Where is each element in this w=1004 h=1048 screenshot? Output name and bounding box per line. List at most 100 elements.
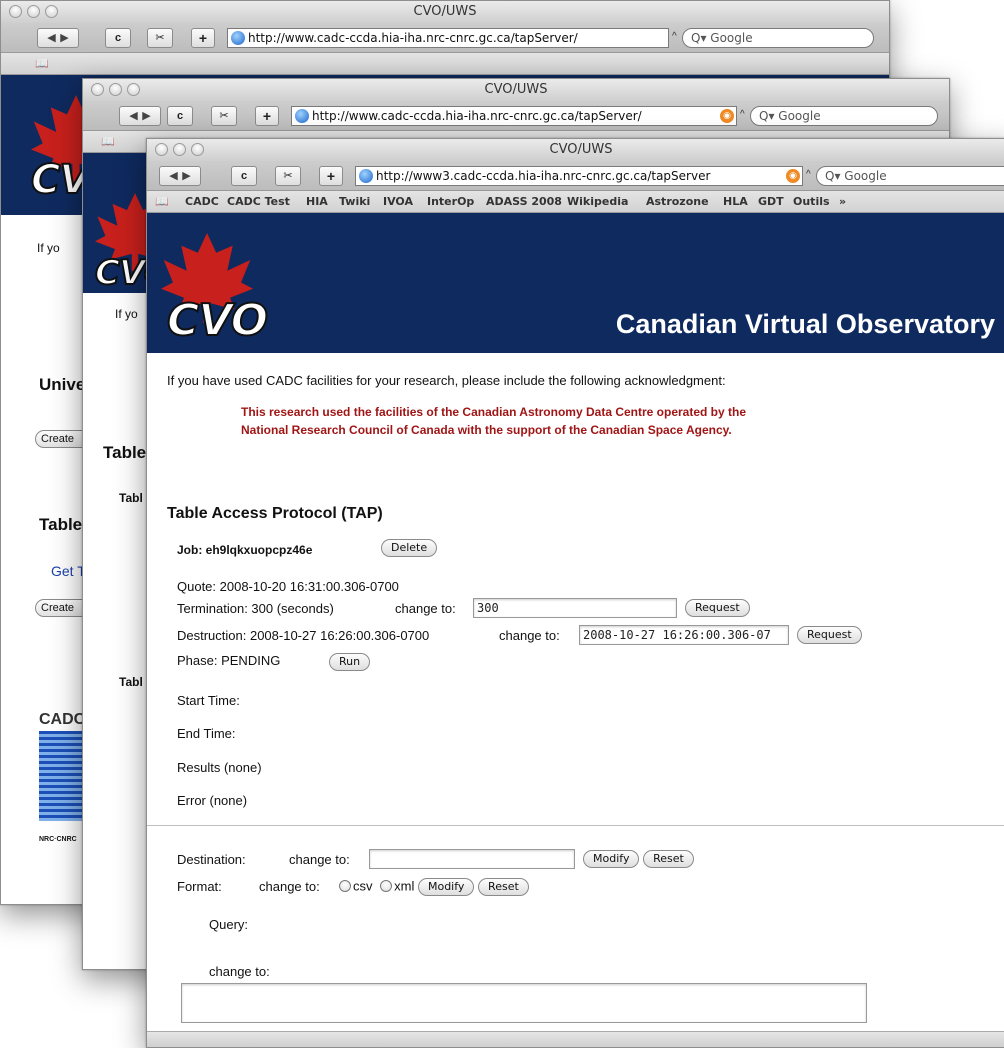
subsection-label: Tabl — [119, 491, 143, 505]
bookmark-item[interactable]: Astrozone — [646, 195, 709, 208]
delete-button[interactable]: Delete — [381, 539, 438, 557]
forward-icon[interactable]: ▶ — [140, 107, 153, 125]
bookmarks-book-icon[interactable]: 📖 — [35, 57, 49, 70]
add-bookmark-button[interactable]: + — [255, 106, 279, 126]
address-text: http://www.cadc-ccda.hia-iha.nrc-cnrc.gc… — [248, 31, 578, 45]
window-title: CVO/UWS — [549, 142, 613, 157]
zoom-window-button[interactable] — [127, 83, 140, 96]
acknowledgment-intro: If you have used CADC facilities for you… — [167, 373, 726, 388]
back-forward-buttons[interactable]: ◀ ▶ — [159, 166, 201, 186]
format-reset-button[interactable]: Reset — [478, 878, 529, 896]
address-field[interactable]: http://www.cadc-ccda.hia-iha.nrc-cnrc.gc… — [227, 28, 669, 48]
page-title: Table Access Protocol (TAP) — [167, 505, 383, 522]
destruction-input[interactable]: 2008-10-27 16:26:00.306-07 — [579, 625, 789, 645]
minimize-window-button[interactable] — [27, 5, 40, 18]
change-to-label: change to: — [209, 964, 270, 979]
globe-icon — [359, 169, 373, 183]
bookmark-item[interactable]: Wikipedia — [567, 195, 628, 208]
address-text: http://www3.cadc-ccda.hia-iha.nrc-cnrc.g… — [376, 169, 711, 183]
termination-request-button[interactable]: Request — [685, 599, 750, 617]
destination-buttons: Modify Reset — [583, 850, 694, 868]
bookmark-item[interactable]: HIA — [306, 195, 328, 208]
format-modify-button[interactable]: Modify — [417, 878, 475, 896]
bookmark-item[interactable]: CADC Test — [227, 195, 290, 208]
destination-modify-button[interactable]: Modify — [583, 850, 640, 868]
add-bookmark-button[interactable]: + — [319, 166, 343, 186]
globe-icon — [231, 31, 245, 45]
rss-icon[interactable]: ◉ — [720, 109, 734, 123]
bookmarks-book-icon[interactable]: 📖 — [101, 135, 115, 148]
address-field[interactable]: http://www3.cadc-ccda.hia-iha.nrc-cnrc.g… — [355, 166, 803, 186]
minimize-window-button[interactable] — [109, 83, 122, 96]
zoom-window-button[interactable] — [45, 5, 58, 18]
address-field[interactable]: http://www.cadc-ccda.hia-iha.nrc-cnrc.gc… — [291, 106, 737, 126]
bookmark-item[interactable]: Twiki — [339, 195, 370, 208]
window-title: CVO/UWS — [413, 4, 477, 19]
termination-request-wrap: Request — [685, 599, 750, 617]
reload-button[interactable]: c — [105, 28, 131, 48]
destruction-request-wrap: Request — [797, 626, 862, 644]
add-bookmark-button[interactable]: + — [191, 28, 215, 48]
minimize-window-button[interactable] — [173, 143, 186, 156]
close-window-button[interactable] — [155, 143, 168, 156]
search-field[interactable]: Q▾ Google — [750, 106, 938, 126]
termination-input[interactable]: 300 — [473, 598, 677, 618]
run-button[interactable]: Run — [329, 653, 371, 671]
bookmark-item[interactable]: HLA — [723, 195, 748, 208]
get-link[interactable]: Get T — [51, 563, 86, 579]
back-forward-buttons[interactable]: ◀ ▶ — [37, 28, 79, 48]
back-icon[interactable]: ◀ — [167, 167, 180, 185]
snapback-icon[interactable]: ^ — [806, 169, 811, 180]
destination-reset-button[interactable]: Reset — [643, 850, 694, 868]
bookmarks-overflow-icon[interactable]: » — [839, 195, 846, 208]
close-window-button[interactable] — [91, 83, 104, 96]
subsection-label: Tabl — [119, 675, 143, 689]
reload-button[interactable]: c — [167, 106, 193, 126]
bookmark-item[interactable]: CADC — [185, 195, 219, 208]
forward-icon[interactable]: ▶ — [58, 29, 71, 47]
bookmarks-book-icon[interactable]: 📖 — [155, 195, 169, 208]
snapback-icon[interactable]: ^ — [740, 109, 745, 120]
snip-button[interactable]: ✂ — [275, 166, 301, 186]
format-csv-radio[interactable] — [339, 880, 351, 893]
forward-icon[interactable]: ▶ — [180, 167, 193, 185]
destination-input[interactable] — [369, 849, 575, 869]
format-xml-radio[interactable] — [380, 880, 393, 893]
title-bar[interactable]: CVO/UWS — [83, 79, 949, 101]
browser-toolbar: ◀ ▶ c ✂ + http://www.cadc-ccda.hia-iha.nr… — [1, 23, 889, 53]
cvo-logo-text: CVO — [166, 294, 269, 347]
title-bar[interactable]: CVO/UWS — [1, 1, 889, 23]
destruction-text: Destruction: 2008-10-27 16:26:00.306-070… — [177, 628, 430, 643]
delete-button-wrap: Delete — [381, 539, 438, 557]
title-bar[interactable]: CVO/UWS — [147, 139, 1004, 161]
back-forward-buttons[interactable]: ◀ ▶ — [119, 106, 161, 126]
bookmark-item[interactable]: InterOp — [427, 195, 474, 208]
back-icon[interactable]: ◀ — [45, 29, 58, 47]
end-time-label: End Time: — [177, 726, 236, 741]
globe-icon — [295, 109, 309, 123]
bookmark-item[interactable]: IVOA — [383, 195, 413, 208]
section-divider — [147, 825, 1004, 826]
search-field[interactable]: Q▾ Google — [682, 28, 874, 48]
phase-text: Phase: PENDING — [177, 653, 281, 668]
snip-button[interactable]: ✂ — [211, 106, 237, 126]
quote-text: Quote: 2008-10-20 16:31:00.306-0700 — [177, 579, 399, 594]
snip-button[interactable]: ✂ — [147, 28, 173, 48]
reload-button[interactable]: c — [231, 166, 257, 186]
browser-toolbar: ◀ ▶ c ✂ + http://www.cadc-ccda.hia-iha.nr… — [83, 101, 949, 131]
zoom-window-button[interactable] — [191, 143, 204, 156]
rss-icon[interactable]: ◉ — [786, 169, 800, 183]
query-textarea[interactable] — [181, 983, 867, 1023]
acknowledgment-text: National Research Council of Canada with… — [241, 423, 732, 437]
destination-label: Destination: — [177, 852, 246, 867]
back-icon[interactable]: ◀ — [127, 107, 140, 125]
results-label: Results (none) — [177, 760, 262, 775]
close-window-button[interactable] — [9, 5, 22, 18]
cadc-logo: CADC — [39, 711, 86, 728]
bookmark-item[interactable]: GDT — [758, 195, 784, 208]
destruction-request-button[interactable]: Request — [797, 626, 862, 644]
bookmark-item[interactable]: Outils — [793, 195, 830, 208]
snapback-icon[interactable]: ^ — [672, 31, 677, 42]
search-field[interactable]: Q▾ Google — [816, 166, 1004, 186]
bookmark-item[interactable]: ADASS 2008 — [486, 195, 562, 208]
